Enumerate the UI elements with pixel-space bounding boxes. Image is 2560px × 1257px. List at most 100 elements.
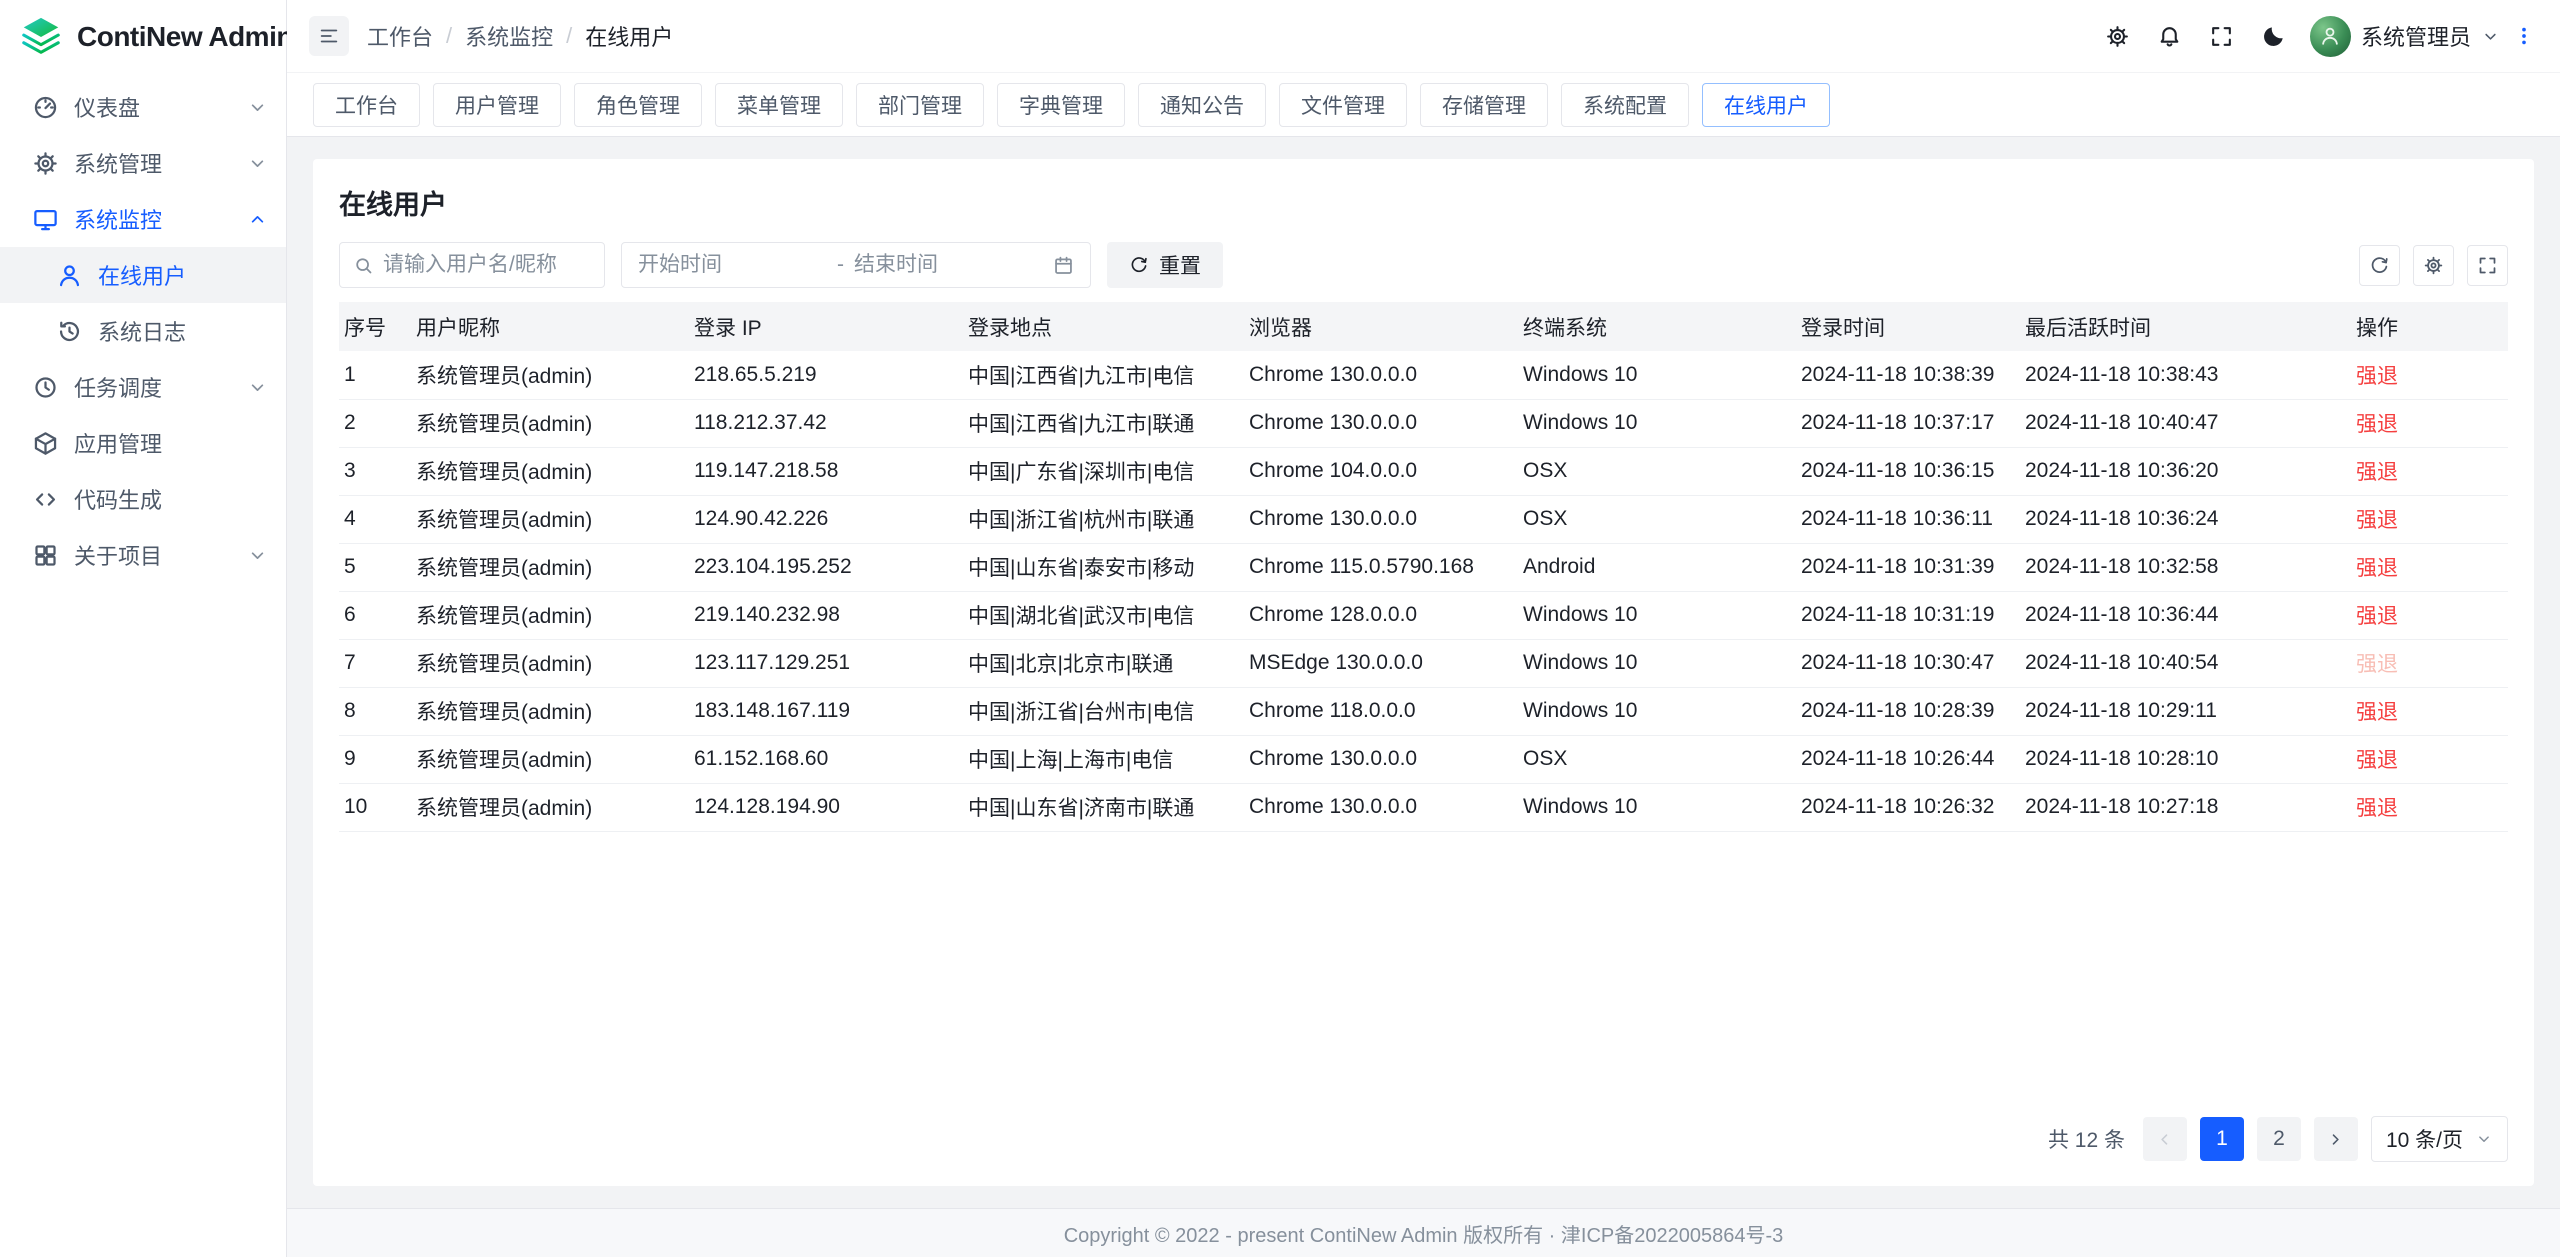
cell-index: 6 bbox=[339, 591, 411, 639]
column-settings-button[interactable] bbox=[2413, 245, 2454, 286]
sidebar-item-task-schedule[interactable]: 任务调度 bbox=[0, 359, 286, 415]
sidebar-item-label: 仪表盘 bbox=[74, 91, 140, 123]
pagination-page[interactable]: 2 bbox=[2257, 1117, 2301, 1161]
sidebar-item-system-management[interactable]: 系统管理 bbox=[0, 135, 286, 191]
cell-last-active: 2024-11-18 10:36:44 bbox=[2020, 591, 2351, 639]
user-menu[interactable]: 系统管理员 bbox=[2310, 16, 2500, 57]
page-size-select[interactable]: 10 条/页 bbox=[2371, 1116, 2508, 1162]
force-logout-link: 强退 bbox=[2356, 653, 2398, 676]
tab-item[interactable]: 工作台 bbox=[313, 83, 420, 127]
cell-action: 强退 bbox=[2351, 687, 2508, 735]
column-header: 用户昵称 bbox=[411, 302, 689, 351]
table-row: 1系统管理员(admin)218.65.5.219中国|江西省|九江市|电信Ch… bbox=[339, 351, 2508, 399]
chevron-right-icon bbox=[2326, 1130, 2345, 1149]
sidebar-item-label: 任务调度 bbox=[74, 371, 162, 403]
force-logout-link[interactable]: 强退 bbox=[2356, 461, 2398, 484]
reset-button[interactable]: 重置 bbox=[1107, 242, 1223, 288]
table-row: 10系统管理员(admin)124.128.194.90中国|山东省|济南市|联… bbox=[339, 783, 2508, 831]
cell-ip: 183.148.167.119 bbox=[689, 687, 963, 735]
sidebar-item-about-project[interactable]: 关于项目 bbox=[0, 527, 286, 583]
cell-nickname: 系统管理员(admin) bbox=[411, 399, 689, 447]
cell-action: 强退 bbox=[2351, 351, 2508, 399]
user-avatar-icon bbox=[2319, 25, 2341, 47]
force-logout-link[interactable]: 强退 bbox=[2356, 413, 2398, 436]
tab-item[interactable]: 字典管理 bbox=[997, 83, 1125, 127]
force-logout-link[interactable]: 强退 bbox=[2356, 701, 2398, 724]
table-fullscreen-button[interactable] bbox=[2467, 245, 2508, 286]
tab-item[interactable]: 文件管理 bbox=[1279, 83, 1407, 127]
chevron-up-icon bbox=[247, 209, 268, 230]
more-vertical-icon bbox=[2513, 25, 2535, 47]
cell-login-time: 2024-11-18 10:36:11 bbox=[1796, 495, 2020, 543]
theme-toggle-button[interactable] bbox=[2252, 14, 2296, 58]
box-icon bbox=[32, 430, 59, 457]
table-row: 4系统管理员(admin)124.90.42.226中国|浙江省|杭州市|联通C… bbox=[339, 495, 2508, 543]
breadcrumb-item[interactable]: 工作台 bbox=[367, 20, 433, 52]
date-range-picker[interactable]: - bbox=[621, 242, 1091, 288]
pagination-prev-button[interactable] bbox=[2143, 1117, 2187, 1161]
tab-item[interactable]: 菜单管理 bbox=[715, 83, 843, 127]
cell-index: 4 bbox=[339, 495, 411, 543]
force-logout-link[interactable]: 强退 bbox=[2356, 365, 2398, 388]
cell-index: 7 bbox=[339, 639, 411, 687]
search-input[interactable] bbox=[383, 253, 591, 277]
cell-location: 中国|浙江省|杭州市|联通 bbox=[963, 495, 1244, 543]
sidebar-item-dashboard[interactable]: 仪表盘 bbox=[0, 79, 286, 135]
breadcrumb-item[interactable]: 在线用户 bbox=[585, 20, 673, 52]
brand-logo[interactable]: ContiNew Admin bbox=[0, 0, 286, 73]
tab-item[interactable]: 在线用户 bbox=[1702, 83, 1830, 127]
more-button[interactable] bbox=[2508, 14, 2540, 58]
cell-location: 中国|北京|北京市|联通 bbox=[963, 639, 1244, 687]
table-row: 8系统管理员(admin)183.148.167.119中国|浙江省|台州市|电… bbox=[339, 687, 2508, 735]
sidebar-collapse-button[interactable] bbox=[309, 16, 349, 56]
force-logout-link[interactable]: 强退 bbox=[2356, 797, 2398, 820]
cell-os: Windows 10 bbox=[1518, 351, 1796, 399]
copyright-text: Copyright © 2022 - present ContiNew Admi… bbox=[1064, 1219, 1784, 1248]
grid-icon bbox=[32, 542, 59, 569]
tab-item[interactable]: 存储管理 bbox=[1420, 83, 1548, 127]
table-header-row: 序号用户昵称登录 IP登录地点浏览器终端系统登录时间最后活跃时间操作 bbox=[339, 302, 2508, 351]
table-row: 2系统管理员(admin)118.212.37.42中国|江西省|九江市|联通C… bbox=[339, 399, 2508, 447]
tab-item[interactable]: 通知公告 bbox=[1138, 83, 1266, 127]
cell-index: 10 bbox=[339, 783, 411, 831]
clock-icon bbox=[32, 374, 59, 401]
tab-item[interactable]: 角色管理 bbox=[574, 83, 702, 127]
date-range-separator: - bbox=[837, 253, 844, 277]
sidebar-item-system-monitor[interactable]: 系统监控 bbox=[0, 191, 286, 247]
settings-button[interactable] bbox=[2096, 14, 2140, 58]
cell-last-active: 2024-11-18 10:40:54 bbox=[2020, 639, 2351, 687]
fullscreen-button[interactable] bbox=[2200, 14, 2244, 58]
cell-ip: 123.117.129.251 bbox=[689, 639, 963, 687]
force-logout-link[interactable]: 强退 bbox=[2356, 749, 2398, 772]
force-logout-link[interactable]: 强退 bbox=[2356, 557, 2398, 580]
cell-index: 1 bbox=[339, 351, 411, 399]
reset-button-label: 重置 bbox=[1159, 250, 1201, 280]
tab-item[interactable]: 系统配置 bbox=[1561, 83, 1689, 127]
sidebar-item-code-generation[interactable]: 代码生成 bbox=[0, 471, 286, 527]
column-header: 登录 IP bbox=[689, 302, 963, 351]
sidebar-item-app-management[interactable]: 应用管理 bbox=[0, 415, 286, 471]
tab-item[interactable]: 部门管理 bbox=[856, 83, 984, 127]
force-logout-link[interactable]: 强退 bbox=[2356, 509, 2398, 532]
pagination-next-button[interactable] bbox=[2314, 1117, 2358, 1161]
sidebar-subitem-online-user[interactable]: 在线用户 bbox=[0, 247, 286, 303]
pagination-page[interactable]: 1 bbox=[2200, 1117, 2244, 1161]
column-header: 最后活跃时间 bbox=[2020, 302, 2351, 351]
cell-browser: Chrome 130.0.0.0 bbox=[1244, 495, 1518, 543]
refresh-table-button[interactable] bbox=[2359, 245, 2400, 286]
start-time-input[interactable] bbox=[638, 253, 827, 277]
notifications-button[interactable] bbox=[2148, 14, 2192, 58]
force-logout-link[interactable]: 强退 bbox=[2356, 605, 2398, 628]
end-time-input[interactable] bbox=[854, 253, 1043, 277]
breadcrumb-item[interactable]: 系统监控 bbox=[465, 20, 553, 52]
cell-os: Windows 10 bbox=[1518, 687, 1796, 735]
tab-item[interactable]: 用户管理 bbox=[433, 83, 561, 127]
cell-location: 中国|浙江省|台州市|电信 bbox=[963, 687, 1244, 735]
chevron-down-icon bbox=[2475, 1130, 2493, 1148]
cell-login-time: 2024-11-18 10:31:19 bbox=[1796, 591, 2020, 639]
cell-nickname: 系统管理员(admin) bbox=[411, 639, 689, 687]
sidebar-subitem-system-log[interactable]: 系统日志 bbox=[0, 303, 286, 359]
breadcrumb-separator: / bbox=[566, 23, 572, 49]
page-title: 在线用户 bbox=[339, 183, 2508, 222]
cell-ip: 124.128.194.90 bbox=[689, 783, 963, 831]
